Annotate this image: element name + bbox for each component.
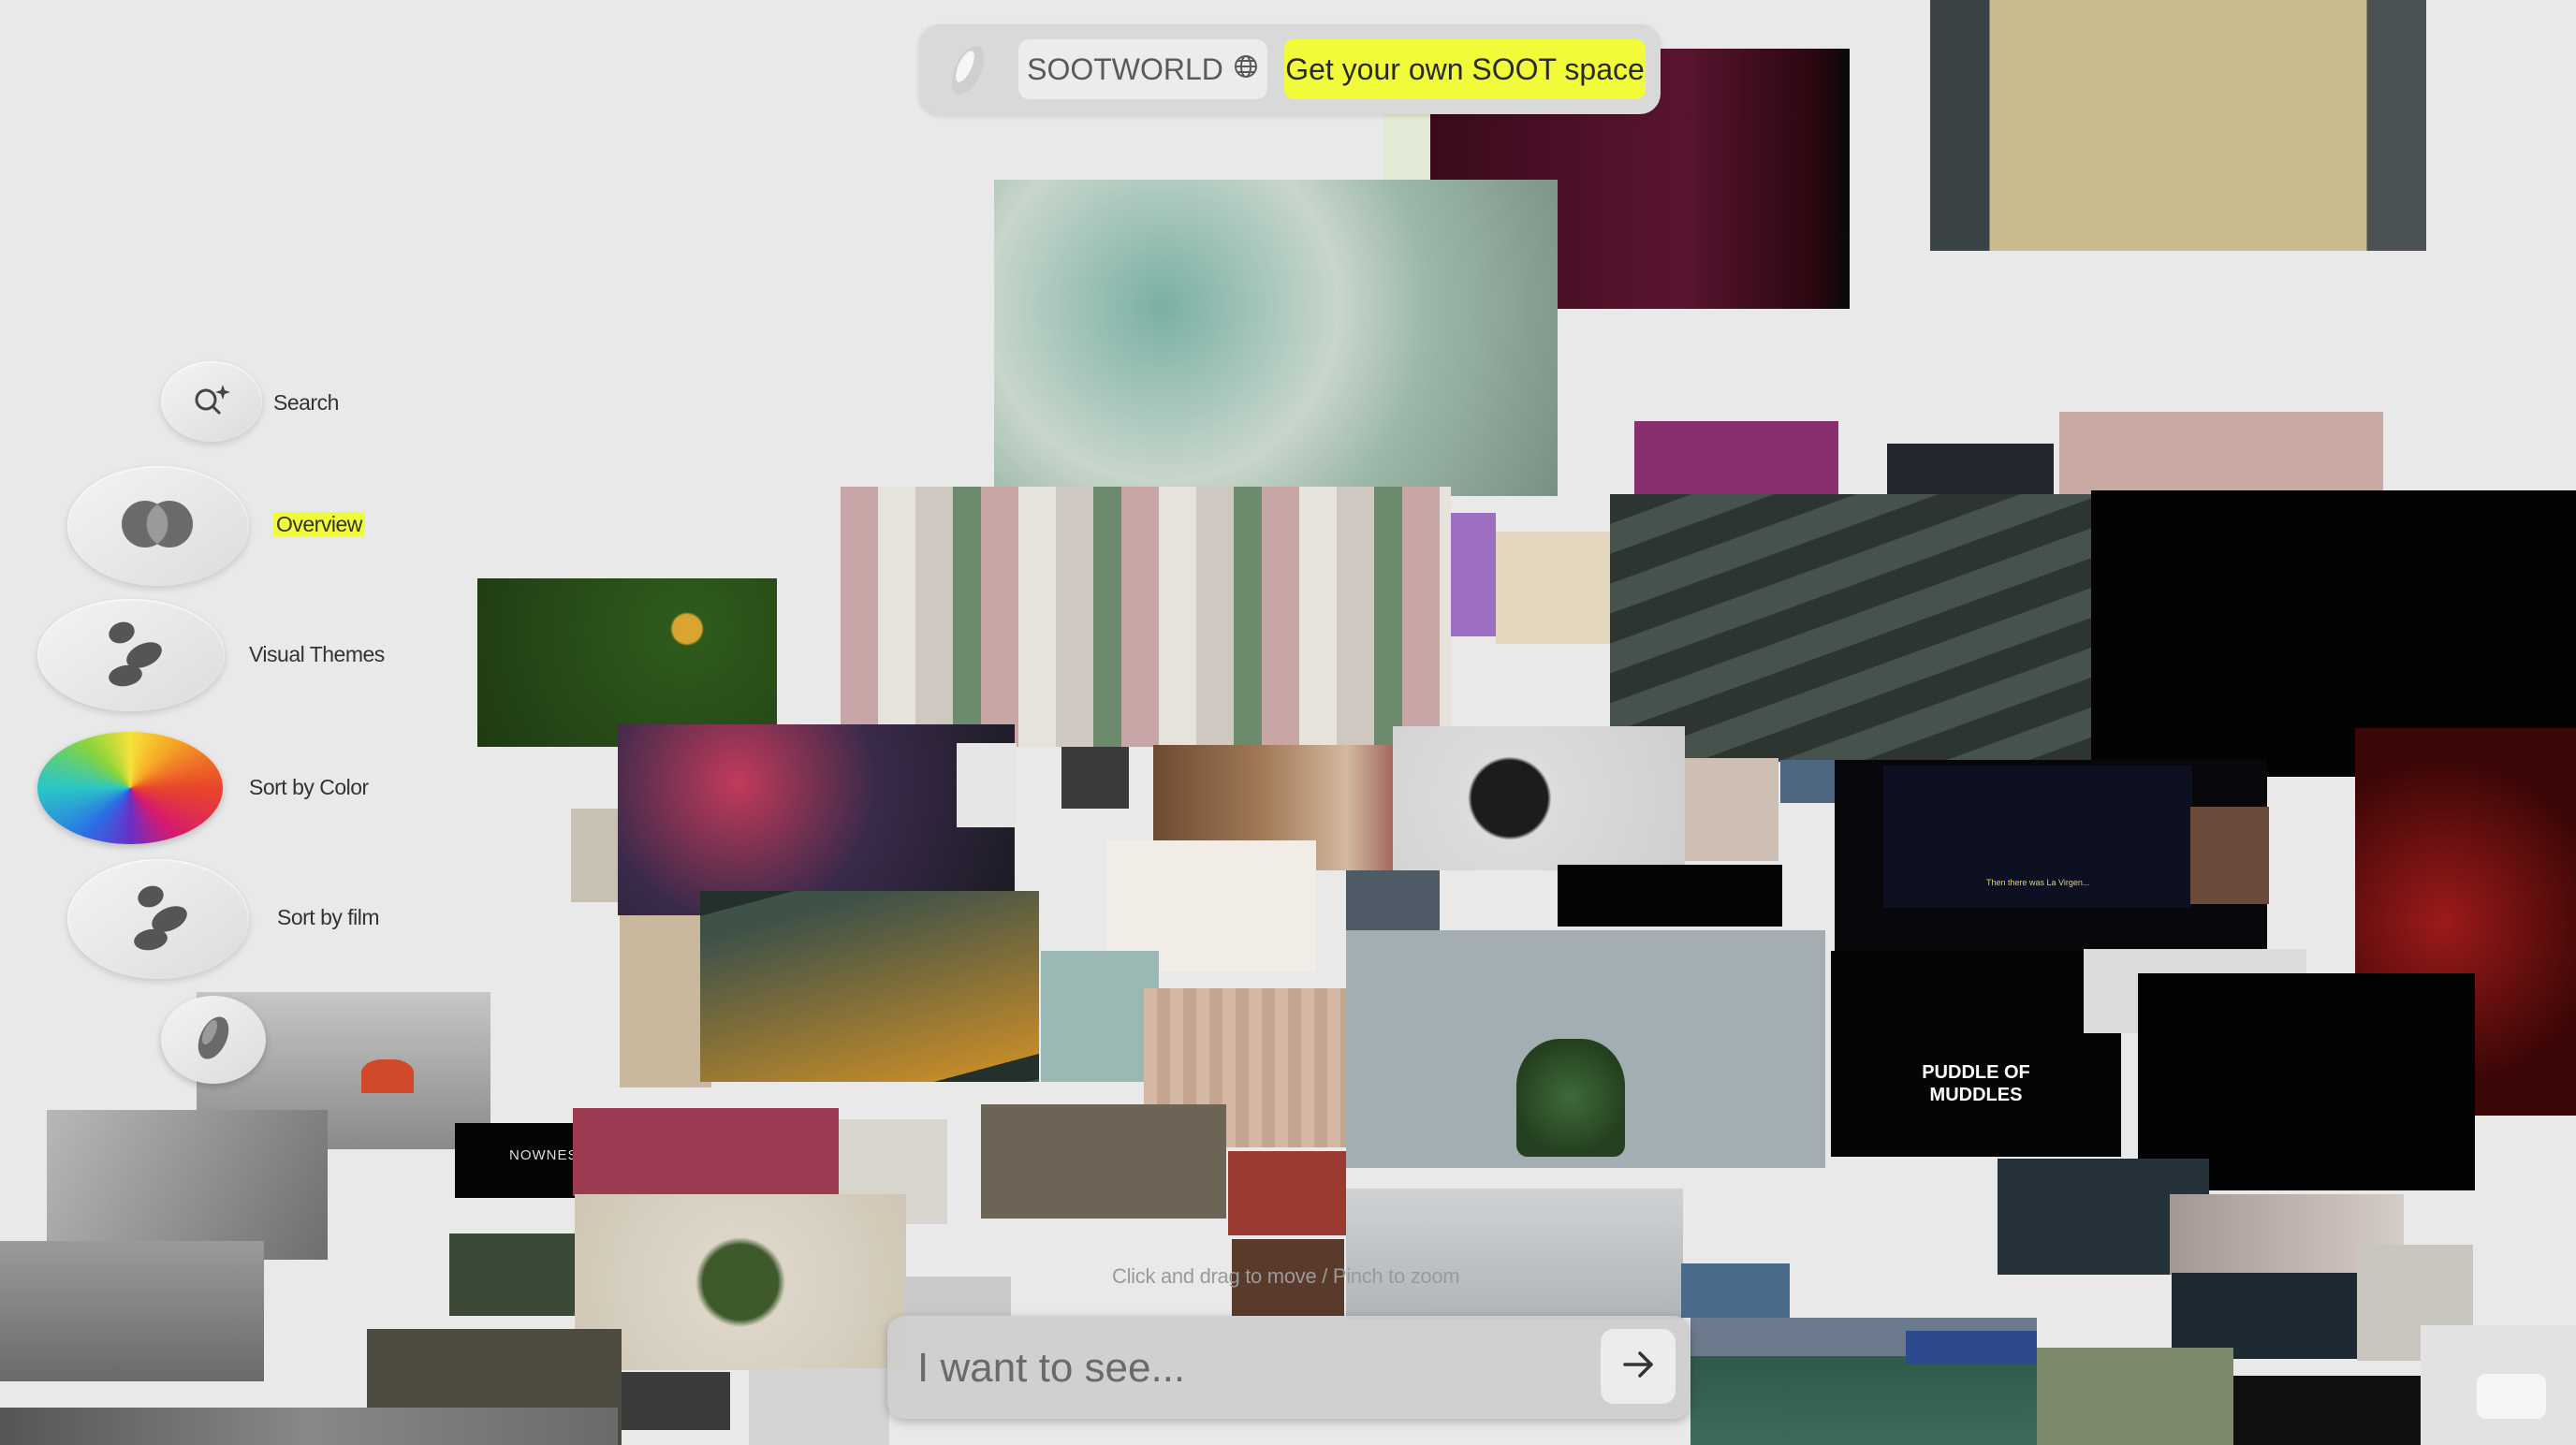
overlap-circles-icon [111,493,205,560]
search-submit-button[interactable] [1601,1329,1676,1404]
image-tile[interactable] [2172,1273,2361,1359]
puddle-of-muddles-title: PUDDLE OF MUDDLES [1922,1062,2030,1105]
image-tile[interactable] [2190,807,2269,904]
nav-search-label[interactable]: Search [273,390,339,416]
image-tile[interactable] [449,1233,575,1316]
sootworld-label: SOOTWORLD [1027,51,1223,86]
nav-overview-text: Overview [273,512,365,536]
image-tile[interactable] [1685,758,1778,861]
nav-sort-color-label[interactable]: Sort by Color [249,775,369,800]
image-tile[interactable] [1906,1331,2037,1365]
image-tile[interactable] [1831,951,2121,1157]
image-tile[interactable] [1516,1039,1625,1157]
image-tile[interactable] [1346,1189,1683,1320]
sparkle-search-icon [189,379,234,425]
nav-sort-film-label[interactable]: Sort by film [277,905,380,930]
image-tile[interactable] [1681,1263,1790,1318]
image-tile[interactable] [1634,421,1838,496]
image-tile[interactable] [1228,1151,1346,1235]
image-tile[interactable] [571,809,622,902]
film-subtitle-caption: Then there was La Virgen... [1986,878,2090,887]
pebbles-icon [97,618,165,693]
corner-toggle-button[interactable] [2477,1374,2546,1419]
image-tile[interactable] [1558,865,1782,927]
nav-visual-themes-button[interactable] [37,599,225,711]
image-tile[interactable] [622,1372,730,1430]
image-tile[interactable] [1346,870,1440,930]
image-tile[interactable] [1041,951,1159,1082]
nav-overview-label[interactable]: Overview [273,512,365,537]
nav-sort-film-button[interactable] [67,859,249,979]
image-tile[interactable] [1061,747,1129,809]
image-tile[interactable] [749,1368,889,1445]
image-tile[interactable] [2037,1348,2233,1445]
pebbles-icon [123,880,194,959]
canvas-hint: Click and drag to move / Pinch to zoom [1112,1264,1460,1288]
color-wheel-icon[interactable] [37,732,223,844]
image-tile[interactable] [841,487,1451,747]
image-tile[interactable] [1451,513,1496,636]
globe-icon [1233,52,1259,87]
image-tile[interactable] [700,891,1039,1082]
soot-blob-button[interactable] [161,996,266,1084]
nav-search-button[interactable] [161,361,262,442]
soot-logo-icon[interactable] [944,41,992,99]
image-tile[interactable] [573,1108,839,1196]
image-tile[interactable] [0,1241,264,1381]
image-tile[interactable] [620,915,711,1087]
image-tile[interactable] [1930,0,2426,251]
image-tile[interactable] [1393,726,1685,870]
image-tile[interactable] [981,1104,1226,1219]
soot-blob-icon [192,1012,235,1069]
image-tile[interactable] [47,1110,328,1260]
image-tile[interactable] [0,1408,618,1445]
nav-overview-button[interactable] [67,466,249,586]
image-tile[interactable] [618,724,1015,915]
image-tile[interactable] [361,1059,414,1093]
image-tile[interactable] [2233,1376,2421,1445]
image-tile[interactable] [575,1194,906,1370]
image-tile[interactable] [1496,532,1612,644]
image-tile[interactable] [957,743,1017,827]
image-tile[interactable] [994,180,1558,496]
search-input[interactable] [915,1336,1537,1400]
arrow-right-icon [1617,1344,1659,1390]
image-tile[interactable] [1610,494,2091,762]
search-bar [887,1316,1690,1419]
nav-visual-themes-label[interactable]: Visual Themes [249,642,385,667]
image-tile[interactable] [904,1277,1011,1316]
sootworld-button[interactable]: SOOTWORLD [1018,39,1267,99]
image-tile[interactable] [477,578,777,747]
get-soot-space-button[interactable]: Get your own SOOT space [1284,39,1646,99]
